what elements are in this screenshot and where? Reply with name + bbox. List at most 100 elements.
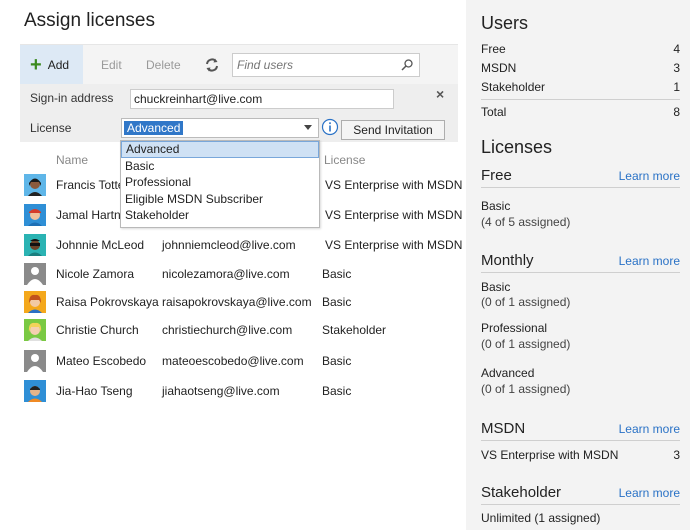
dropdown-option-stakeholder[interactable]: Stakeholder [121, 207, 319, 224]
avatar [24, 174, 46, 196]
users-free-count: 4 [673, 42, 680, 56]
delete-button[interactable]: Delete [146, 58, 181, 72]
table-row[interactable]: Raisa Pokrovskaya raisapokrovskaya@live.… [20, 288, 458, 317]
msdn-learn-more-link[interactable]: Learn more [619, 422, 680, 436]
plus-icon: + [30, 54, 42, 76]
users-msdn-count: 3 [673, 61, 680, 75]
table-row[interactable]: Christie Church christiechurch@live.com … [20, 316, 458, 345]
user-license: VS Enterprise with MSDN [325, 208, 463, 222]
avatar-placeholder-icon [24, 263, 46, 285]
user-name: Mateo Escobedo [56, 354, 147, 368]
user-license: Basic [322, 384, 352, 398]
user-email: christiechurch@live.com [162, 323, 293, 337]
monthly-section-title: Monthly [481, 252, 534, 269]
add-user-form: Sign-in address × License Advanced Send … [20, 84, 458, 142]
divider [481, 187, 680, 188]
send-invitation-button[interactable]: Send Invitation [341, 120, 445, 140]
add-label: Add [47, 58, 70, 72]
msdn-enterprise-count: 3 [673, 448, 680, 462]
chevron-down-icon[interactable] [304, 125, 312, 130]
dropdown-option-advanced[interactable]: Advanced [121, 141, 319, 158]
users-total-label: Total [481, 105, 507, 119]
user-license: VS Enterprise with MSDN [325, 238, 463, 252]
user-name: Nicole Zamora [56, 267, 135, 281]
free-basic-name: Basic [481, 199, 511, 213]
user-name: Jia-Hao Tseng [56, 384, 133, 398]
user-email: johnniemcleod@live.com [162, 238, 296, 252]
msdn-enterprise-name: VS Enterprise with MSDN [481, 448, 619, 462]
users-total-count: 8 [673, 105, 680, 119]
license-selected-value: Advanced [124, 121, 184, 135]
monthly-professional-name: Professional [481, 321, 548, 335]
divider [481, 440, 680, 441]
search-box[interactable] [232, 53, 420, 77]
info-icon[interactable] [321, 118, 339, 136]
signin-label: Sign-in address [30, 91, 114, 105]
user-license: Basic [322, 354, 352, 368]
table-row[interactable]: Johnnie McLeod johnniemcleod@live.com VS… [20, 231, 462, 260]
monthly-advanced-detail: (0 of 1 assigned) [481, 382, 571, 396]
user-name: Christie Church [56, 323, 139, 337]
users-free-row: Free 4 [481, 42, 680, 56]
msdn-enterprise-row: VS Enterprise with MSDN 3 [481, 448, 680, 462]
avatar [24, 234, 46, 256]
license-summary-sidebar: Users Free 4 MSDN 3 Stakeholder 1 Total … [466, 0, 690, 530]
divider [481, 272, 680, 273]
free-section-title: Free [481, 167, 512, 184]
user-license: Basic [322, 267, 352, 281]
avatar-placeholder-icon [24, 350, 46, 372]
avatar [24, 319, 46, 341]
table-row[interactable]: Mateo Escobedo mateoescobedo@live.com Ba… [20, 347, 458, 376]
users-stakeholder-count: 1 [673, 80, 680, 94]
stakeholder-section-title: Stakeholder [481, 484, 562, 501]
users-stakeholder-row: Stakeholder 1 [481, 80, 680, 94]
toolbar: + Add Edit Delete [20, 44, 458, 85]
monthly-advanced-name: Advanced [481, 366, 535, 380]
close-icon[interactable]: × [436, 86, 444, 102]
dropdown-option-eligible-msdn[interactable]: Eligible MSDN Subscriber [121, 191, 319, 208]
free-learn-more-link[interactable]: Learn more [619, 169, 680, 183]
search-input[interactable] [233, 54, 393, 76]
user-email: raisapokrovskaya@live.com [162, 295, 312, 309]
table-row[interactable]: Jia-Hao Tseng jiahaotseng@live.com Basic [20, 377, 458, 406]
divider [481, 504, 680, 505]
user-email: jiahaotseng@live.com [162, 384, 280, 398]
divider [481, 99, 680, 100]
user-email: nicolezamora@live.com [162, 267, 290, 281]
user-license: Basic [322, 295, 352, 309]
user-name: Johnnie McLeod [56, 238, 145, 252]
table-row[interactable]: Nicole Zamora nicolezamora@live.com Basi… [20, 260, 458, 289]
monthly-learn-more-link[interactable]: Learn more [619, 254, 680, 268]
license-label: License [30, 121, 72, 135]
user-email: mateoescobedo@live.com [162, 354, 304, 368]
edit-button[interactable]: Edit [101, 58, 122, 72]
users-total-row: Total 8 [481, 105, 680, 119]
users-msdn-row: MSDN 3 [481, 61, 680, 75]
search-icon[interactable] [401, 59, 413, 71]
avatar [24, 291, 46, 313]
free-basic-detail: (4 of 5 assigned) [481, 215, 571, 229]
dropdown-option-professional[interactable]: Professional [121, 174, 319, 191]
signin-address-input[interactable] [130, 89, 394, 109]
column-header-license[interactable]: License [324, 153, 365, 167]
add-button[interactable]: + Add [20, 45, 83, 85]
avatar [24, 204, 46, 226]
stakeholder-learn-more-link[interactable]: Learn more [619, 486, 680, 500]
stakeholder-unlimited: Unlimited (1 assigned) [481, 511, 601, 525]
license-select[interactable]: Advanced [121, 118, 319, 138]
dropdown-option-basic[interactable]: Basic [121, 158, 319, 175]
users-stakeholder-label: Stakeholder [481, 80, 546, 94]
page-title: Assign licenses [24, 10, 155, 31]
msdn-section-title: MSDN [481, 420, 526, 437]
assign-licenses-panel: Assign licenses + Add Edit Delete Sign-i… [0, 0, 466, 530]
user-license: VS Enterprise with MSDN [325, 178, 463, 192]
monthly-basic-detail: (0 of 1 assigned) [481, 295, 571, 309]
user-license: Stakeholder [322, 323, 387, 337]
avatar [24, 380, 46, 402]
users-msdn-label: MSDN [481, 61, 517, 75]
users-heading: Users [481, 13, 529, 33]
column-header-name[interactable]: Name [56, 153, 88, 167]
user-name: Raisa Pokrovskaya [56, 295, 159, 309]
refresh-icon[interactable] [204, 57, 220, 73]
monthly-basic-name: Basic [481, 280, 511, 294]
